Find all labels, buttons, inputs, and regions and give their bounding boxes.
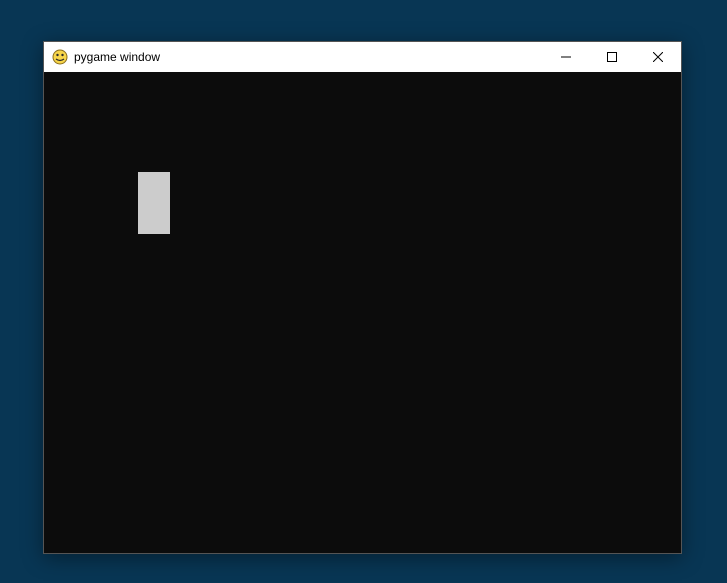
close-button[interactable] <box>635 42 681 72</box>
maximize-icon <box>607 52 617 62</box>
minimize-button[interactable] <box>543 42 589 72</box>
maximize-button[interactable] <box>589 42 635 72</box>
pygame-window: pygame window <box>43 41 682 554</box>
game-canvas[interactable] <box>44 72 681 553</box>
titlebar[interactable]: pygame window <box>44 42 681 72</box>
game-entity <box>138 172 170 234</box>
pygame-snake-icon <box>52 49 68 65</box>
close-icon <box>653 52 663 62</box>
window-controls <box>543 42 681 72</box>
minimize-icon <box>561 52 571 62</box>
window-title: pygame window <box>74 50 543 64</box>
